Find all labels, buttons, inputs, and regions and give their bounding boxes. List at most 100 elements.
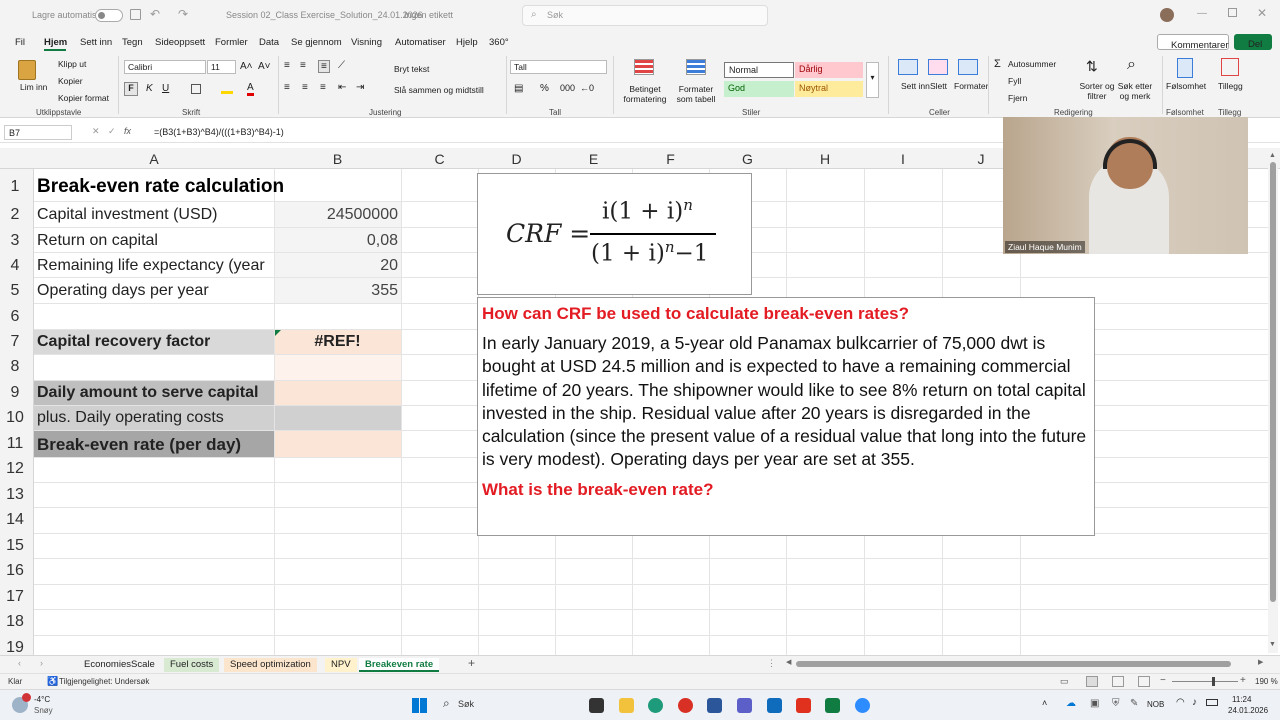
grow-font-icon[interactable]: A˄ <box>240 61 253 72</box>
row-header[interactable]: 2 <box>0 206 30 224</box>
row-header[interactable]: 1 <box>0 178 30 196</box>
sheet-tab-economies-scale[interactable]: EconomiesScale <box>78 658 161 672</box>
cell-a10[interactable]: plus. Daily operating costs <box>37 409 224 427</box>
menu-formulas[interactable]: Formler <box>215 37 248 48</box>
outlook-icon[interactable] <box>767 698 782 713</box>
taskbar-search-icon[interactable]: ⌕ <box>443 696 450 711</box>
sheet-tab-speed-optimization[interactable]: Speed optimization <box>224 658 317 672</box>
minimize-icon[interactable]: — <box>1197 8 1207 19</box>
align-top-icon[interactable]: ≡ <box>284 60 290 71</box>
thousands-icon[interactable]: 000 <box>560 83 575 93</box>
insert-cells-button[interactable]: Sett inn <box>901 81 930 91</box>
cell-b4[interactable]: 20 <box>274 257 398 275</box>
style-bad[interactable]: Dårlig <box>795 62 863 78</box>
cell-a9[interactable]: Daily amount to serve capital <box>37 384 258 402</box>
zoom-slider[interactable] <box>1172 677 1238 686</box>
next-sheet-icon[interactable]: › <box>40 658 43 668</box>
column-header[interactable]: I <box>864 151 942 167</box>
teams-icon[interactable] <box>737 698 752 713</box>
autosave-toggle[interactable] <box>95 9 123 22</box>
fx-icon[interactable]: fx <box>124 126 131 136</box>
font-size-select[interactable]: 11 <box>207 60 236 74</box>
normal-view-icon[interactable] <box>1086 676 1098 687</box>
column-header[interactable]: B <box>274 151 401 167</box>
fill-color-icon[interactable] <box>221 84 233 94</box>
column-header[interactable]: E <box>555 151 632 167</box>
acrobat-icon[interactable] <box>796 698 811 713</box>
conditional-format-button[interactable]: Betinget formatering <box>619 84 671 104</box>
sensitivity-icon[interactable] <box>1177 58 1193 78</box>
volume-icon[interactable]: ♪ <box>1192 697 1197 708</box>
align-middle-icon[interactable]: ≡ <box>300 60 306 71</box>
page-layout-view-icon[interactable] <box>1112 676 1124 687</box>
column-header[interactable]: H <box>786 151 864 167</box>
prev-sheet-icon[interactable]: ‹ <box>18 658 21 668</box>
font-color-icon[interactable]: A <box>247 82 254 96</box>
cell-b2[interactable]: 24500000 <box>274 206 398 224</box>
word-icon[interactable] <box>707 698 722 713</box>
font-name-select[interactable]: Calibri <box>124 60 206 74</box>
percent-icon[interactable]: % <box>540 83 549 94</box>
battery-icon[interactable] <box>1206 699 1218 706</box>
menu-file[interactable]: Fil <box>15 37 25 48</box>
windows-start-icon[interactable] <box>412 698 427 713</box>
fill-button[interactable]: Fyll <box>1008 76 1021 86</box>
column-header[interactable]: C <box>401 151 478 167</box>
tab-split-handle[interactable]: ⋮ <box>767 658 776 669</box>
display-settings-icon[interactable]: ▭ <box>1060 676 1069 687</box>
delete-cells-icon[interactable] <box>928 59 948 75</box>
share-button[interactable]: Del <box>1234 34 1272 50</box>
format-cells-button[interactable]: Formater <box>954 81 988 91</box>
format-painter-button[interactable]: Kopier format <box>58 93 109 103</box>
menu-data[interactable]: Data <box>259 37 279 48</box>
zoom-in-icon[interactable]: + <box>1240 675 1246 686</box>
orientation-icon[interactable]: ⟋ <box>338 60 345 71</box>
bold-icon[interactable]: F <box>124 82 138 96</box>
chrome-icon[interactable] <box>678 698 693 713</box>
row-header[interactable]: 9 <box>0 384 30 402</box>
cell-a4[interactable]: Remaining life expectancy (year <box>37 257 273 275</box>
delete-cells-button[interactable]: Slett <box>930 81 947 91</box>
page-break-view-icon[interactable] <box>1138 676 1150 687</box>
scroll-up-icon[interactable]: ▲ <box>1269 152 1276 159</box>
horizontal-scrollbar[interactable]: ◀ ▶ <box>786 659 1266 669</box>
row-header[interactable]: 14 <box>0 511 30 529</box>
save-icon[interactable] <box>130 9 141 20</box>
cell-a11[interactable]: Break-even rate (per day) <box>37 435 241 455</box>
menu-page-layout[interactable]: Sideoppsett <box>155 37 205 48</box>
row-header[interactable]: 15 <box>0 537 30 555</box>
clear-button[interactable]: Fjern <box>1008 93 1027 103</box>
align-center-icon[interactable]: ≡ <box>302 82 308 93</box>
row-header[interactable]: 13 <box>0 486 30 504</box>
vertical-scrollbar[interactable]: ▲ ▼ <box>1268 148 1278 653</box>
language-indicator[interactable]: NOB <box>1147 700 1164 709</box>
row-header[interactable]: 3 <box>0 232 30 250</box>
border-icon[interactable] <box>191 84 201 94</box>
undo-icon[interactable]: ↶ <box>150 7 160 21</box>
style-good[interactable]: God <box>724 81 794 97</box>
paste-icon[interactable] <box>18 60 36 80</box>
menu-view[interactable]: Visning <box>351 37 382 48</box>
row-header[interactable]: 6 <box>0 308 30 326</box>
row-header[interactable]: 8 <box>0 358 30 376</box>
cell-b3[interactable]: 0,08 <box>274 232 398 250</box>
menu-draw[interactable]: Tegn <box>122 37 143 48</box>
row-header[interactable]: 18 <box>0 613 30 631</box>
redo-icon[interactable]: ↷ <box>178 7 188 21</box>
onedrive-icon[interactable]: ☁ <box>1066 698 1076 709</box>
merge-center-button[interactable]: Slå sammen og midtstill <box>394 85 484 95</box>
cut-button[interactable]: Klipp ut <box>58 59 86 69</box>
system-icon[interactable]: ▣ <box>1090 698 1099 709</box>
wifi-icon[interactable]: ◠ <box>1176 697 1185 708</box>
shrink-font-icon[interactable]: A˅ <box>258 61 271 72</box>
comments-button[interactable]: Kommentarer <box>1157 34 1229 51</box>
find-select-icon[interactable]: ⌕ <box>1127 56 1136 74</box>
scroll-down-icon[interactable]: ▼ <box>1269 641 1276 648</box>
security-icon[interactable]: ⛨ <box>1112 698 1120 709</box>
menu-insert[interactable]: Sett inn <box>80 37 112 48</box>
paste-button[interactable]: Lim inn <box>20 82 47 92</box>
formula-input[interactable]: =(B3(1+B3)^B4)/(((1+B3)^B4)-1) <box>154 127 284 137</box>
zoom-slider-thumb[interactable] <box>1212 677 1215 686</box>
menu-home[interactable]: Hjem <box>44 37 67 48</box>
scroll-right-icon[interactable]: ▶ <box>1258 658 1263 666</box>
